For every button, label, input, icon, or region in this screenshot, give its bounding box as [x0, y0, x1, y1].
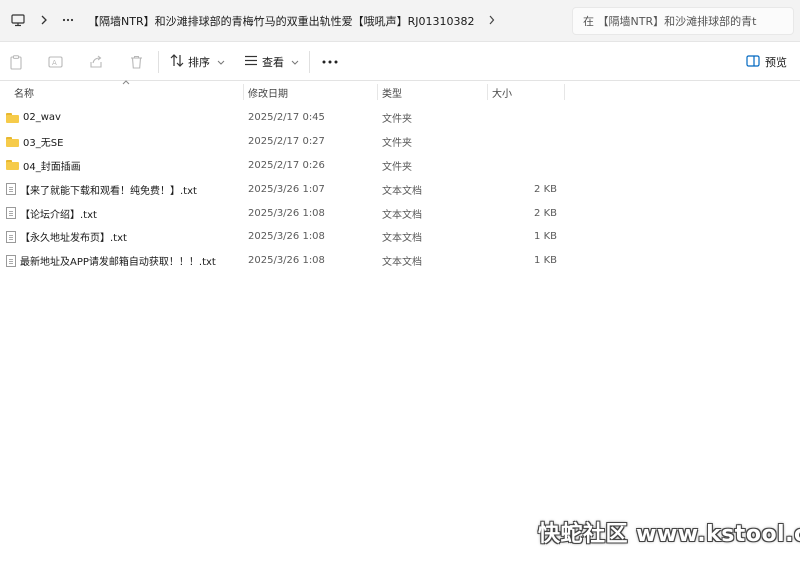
- sort-icon: [170, 54, 184, 70]
- text-file-icon: [6, 183, 16, 196]
- search-input[interactable]: 在 【隔墙NTR】和沙滩排球部的青t: [572, 7, 794, 35]
- table-row[interactable]: 04_封面插画 2025/2/17 0:26 文件夹: [0, 154, 800, 178]
- file-date: 2025/2/17 0:26: [248, 159, 325, 171]
- text-file-icon: [6, 207, 16, 220]
- command-bar: A 排序 查看 预览: [0, 43, 800, 81]
- table-row[interactable]: 03_无SE 2025/2/17 0:27 文件夹: [0, 130, 800, 154]
- chevron-down-icon: [291, 58, 299, 67]
- file-name: 【来了就能下载和观看！纯免费！】.txt: [20, 185, 197, 197]
- watermark-text: 快蛇社区 www.kstool.cc: [538, 522, 800, 547]
- svg-text:A: A: [52, 59, 57, 67]
- address-bar: 【隔墙NTR】和沙滩排球部的青梅竹马的双重出轨性爱【哦吼声】RJ01310382…: [0, 0, 800, 42]
- column-header-date[interactable]: 修改日期: [244, 82, 376, 102]
- file-date: 2025/3/26 1:08: [248, 207, 325, 219]
- chevron-right-icon[interactable]: [488, 15, 495, 28]
- file-name: 【永久地址发布页】.txt: [20, 233, 127, 245]
- file-name: 【论坛介绍】.txt: [20, 209, 97, 221]
- ellipsis-icon[interactable]: [58, 10, 78, 30]
- table-row[interactable]: 02_wav 2025/2/17 0:45 文件夹: [0, 106, 800, 130]
- column-header-type[interactable]: 类型: [378, 82, 486, 102]
- file-name: 02_wav: [23, 112, 61, 124]
- file-date: 2025/3/26 1:07: [248, 183, 325, 195]
- table-row[interactable]: 【永久地址发布页】.txt 2025/3/26 1:08 文本文档 1 KB: [0, 225, 800, 249]
- file-date: 2025/3/26 1:08: [248, 231, 325, 243]
- text-file-icon: [6, 254, 16, 267]
- sort-button[interactable]: 排序: [170, 52, 225, 72]
- toolbar-divider: [309, 51, 310, 73]
- file-type: 文本文档: [382, 185, 422, 197]
- toolbar-divider: [158, 51, 159, 73]
- paste-icon[interactable]: [6, 52, 26, 72]
- file-type: 文本文档: [382, 257, 422, 269]
- computer-icon[interactable]: [8, 10, 28, 30]
- search-placeholder: 在 【隔墙NTR】和沙滩排球部的青t: [583, 15, 757, 28]
- text-file-icon: [6, 230, 16, 243]
- preview-label: 预览: [765, 56, 787, 69]
- table-row[interactable]: 最新地址及APP请发邮箱自动获取！！！.txt 2025/3/26 1:08 文…: [0, 249, 800, 273]
- folder-icon: [6, 112, 19, 123]
- file-type: 文本文档: [382, 233, 422, 245]
- preview-pane-button[interactable]: 预览: [746, 52, 787, 72]
- file-size: 1 KB: [534, 231, 557, 243]
- column-header-size[interactable]: 大小: [488, 82, 563, 102]
- more-options-icon[interactable]: [320, 52, 340, 72]
- file-name: 最新地址及APP请发邮箱自动获取！！！.txt: [20, 257, 216, 269]
- column-headers: 名称 修改日期 类型 大小: [0, 80, 800, 102]
- breadcrumb-current-folder[interactable]: 【隔墙NTR】和沙滩排球部的青梅竹马的双重出轨性爱【哦吼声】RJ01310382: [88, 13, 474, 29]
- share-icon[interactable]: [86, 52, 106, 72]
- file-name: 03_无SE: [23, 138, 64, 150]
- file-date: 2025/2/17 0:45: [248, 112, 325, 124]
- file-list: 02_wav 2025/2/17 0:45 文件夹 03_无SE 2025/2/…: [0, 106, 800, 273]
- list-view-icon: [244, 55, 258, 69]
- file-type: 文本文档: [382, 209, 422, 221]
- sort-label: 排序: [188, 56, 210, 69]
- column-header-name[interactable]: 名称: [10, 82, 242, 102]
- table-row[interactable]: 【来了就能下载和观看！纯免费！】.txt 2025/3/26 1:07 文本文档…: [0, 177, 800, 201]
- file-type: 文件夹: [382, 161, 412, 173]
- folder-icon: [6, 160, 19, 171]
- file-size: 2 KB: [534, 183, 557, 195]
- view-label: 查看: [262, 56, 284, 69]
- file-size: [490, 106, 557, 130]
- file-type: 文件夹: [382, 138, 412, 150]
- chevron-down-icon: [217, 58, 225, 67]
- file-type: 文件夹: [382, 114, 412, 126]
- file-size: [490, 154, 557, 178]
- file-size: 1 KB: [534, 255, 557, 267]
- file-size: 2 KB: [534, 207, 557, 219]
- rename-icon[interactable]: A: [46, 52, 66, 72]
- chevron-right-icon[interactable]: [34, 10, 54, 30]
- file-date: 2025/2/17 0:27: [248, 136, 325, 148]
- file-size: [490, 130, 557, 154]
- delete-icon[interactable]: [126, 52, 146, 72]
- folder-icon: [6, 136, 19, 147]
- preview-pane-icon: [746, 54, 760, 70]
- view-button[interactable]: 查看: [244, 52, 299, 72]
- breadcrumb[interactable]: 【隔墙NTR】和沙滩排球部的青梅竹马的双重出轨性爱【哦吼声】RJ01310382: [84, 7, 562, 35]
- file-date: 2025/3/26 1:08: [248, 255, 325, 267]
- column-divider[interactable]: [564, 84, 565, 100]
- table-row[interactable]: 【论坛介绍】.txt 2025/3/26 1:08 文本文档 2 KB: [0, 201, 800, 225]
- file-name: 04_封面插画: [23, 161, 81, 173]
